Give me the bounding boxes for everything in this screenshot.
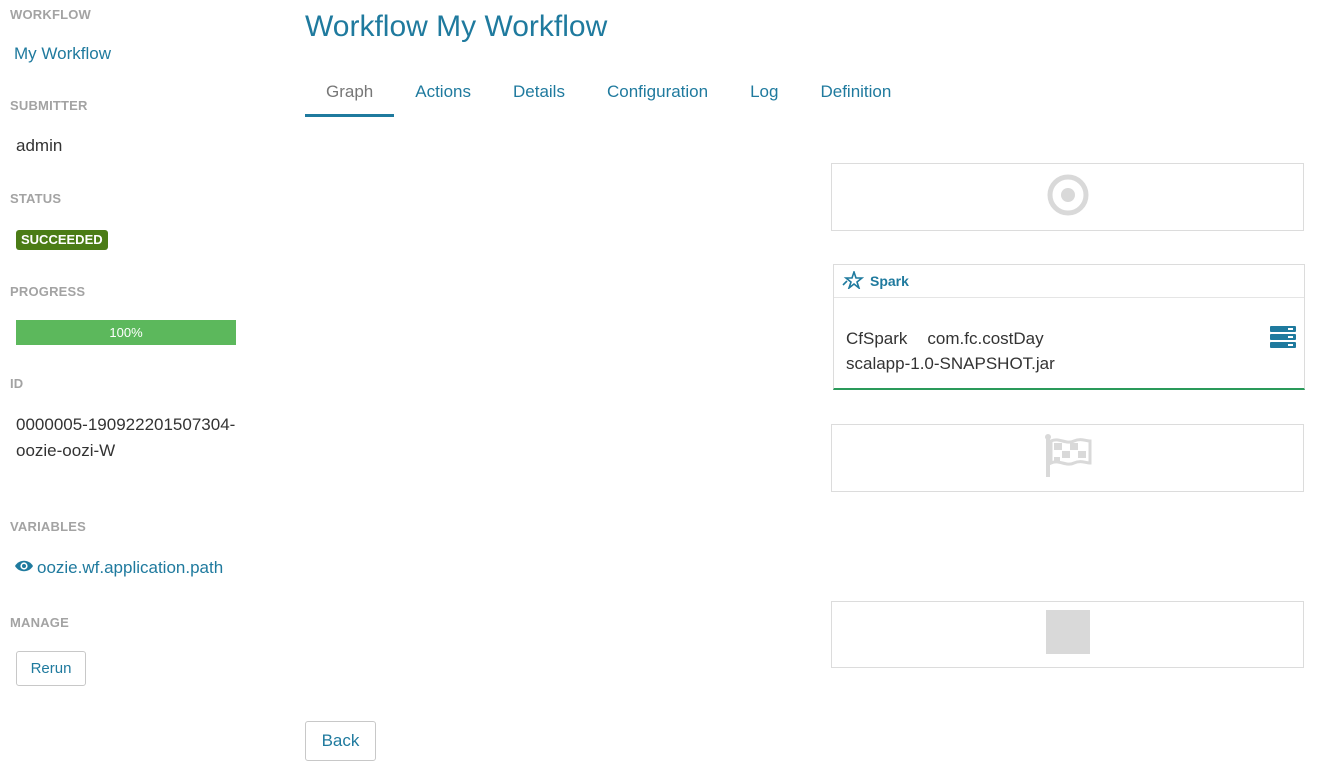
- spark-node-class: com.fc.costDay: [927, 329, 1044, 348]
- tab-bar: Graph Actions Details Configuration Log …: [305, 76, 912, 117]
- spark-node-type: Spark: [870, 273, 909, 289]
- workflow-id: 0000005-190922201507304-oozie-oozi-W: [16, 415, 236, 460]
- spark-node-name: CfSpark: [846, 329, 908, 348]
- server-menu-icon[interactable]: [1270, 326, 1296, 355]
- spark-star-icon: [842, 268, 865, 292]
- tab-graph[interactable]: Graph: [305, 76, 395, 117]
- eye-icon: [14, 558, 34, 578]
- start-node[interactable]: [831, 163, 1304, 231]
- spark-node-header: Spark: [834, 265, 1304, 298]
- page-title: Workflow My Workflow: [305, 10, 608, 43]
- kill-node[interactable]: [831, 601, 1304, 668]
- tab-actions[interactable]: Actions: [394, 76, 492, 117]
- stop-square-icon: [1045, 610, 1090, 659]
- spark-node-jar: scalapp-1.0-SNAPSHOT.jar: [846, 354, 1055, 373]
- back-button[interactable]: Back: [305, 721, 376, 761]
- tab-details[interactable]: Details: [492, 76, 586, 117]
- tab-configuration[interactable]: Configuration: [586, 76, 729, 117]
- variables-heading: VARIABLES: [10, 519, 86, 534]
- manage-heading: MANAGE: [10, 615, 69, 630]
- workflow-name-link[interactable]: My Workflow: [14, 44, 111, 64]
- checkered-flag-icon: [1042, 433, 1094, 484]
- progress-bar: 100%: [16, 320, 236, 345]
- progress-fill: 100%: [16, 320, 236, 345]
- spark-action-node[interactable]: Spark CfSpark com.fc.costDay scalapp-1.0-…: [833, 264, 1305, 390]
- rerun-button[interactable]: Rerun: [16, 651, 86, 686]
- variable-link-label: oozie.wf.application.path: [37, 558, 224, 577]
- progress-heading: PROGRESS: [10, 284, 86, 299]
- tab-definition[interactable]: Definition: [799, 76, 912, 117]
- sidebar: WORKFLOW My Workflow SUBMITTER admin STA…: [0, 0, 260, 768]
- spark-node-body: CfSpark com.fc.costDay scalapp-1.0-SNAPSH…: [834, 298, 1304, 376]
- status-badge: SUCCEEDED: [16, 230, 108, 250]
- workflow-heading: WORKFLOW: [10, 7, 92, 22]
- submitter-heading: SUBMITTER: [10, 98, 88, 113]
- variable-link[interactable]: oozie.wf.application.path: [14, 558, 223, 578]
- target-icon: [1046, 173, 1090, 222]
- end-node[interactable]: [831, 424, 1304, 492]
- id-heading: ID: [10, 376, 24, 391]
- status-heading: STATUS: [10, 191, 62, 206]
- tab-log[interactable]: Log: [729, 76, 799, 117]
- submitter-value: admin: [16, 136, 63, 155]
